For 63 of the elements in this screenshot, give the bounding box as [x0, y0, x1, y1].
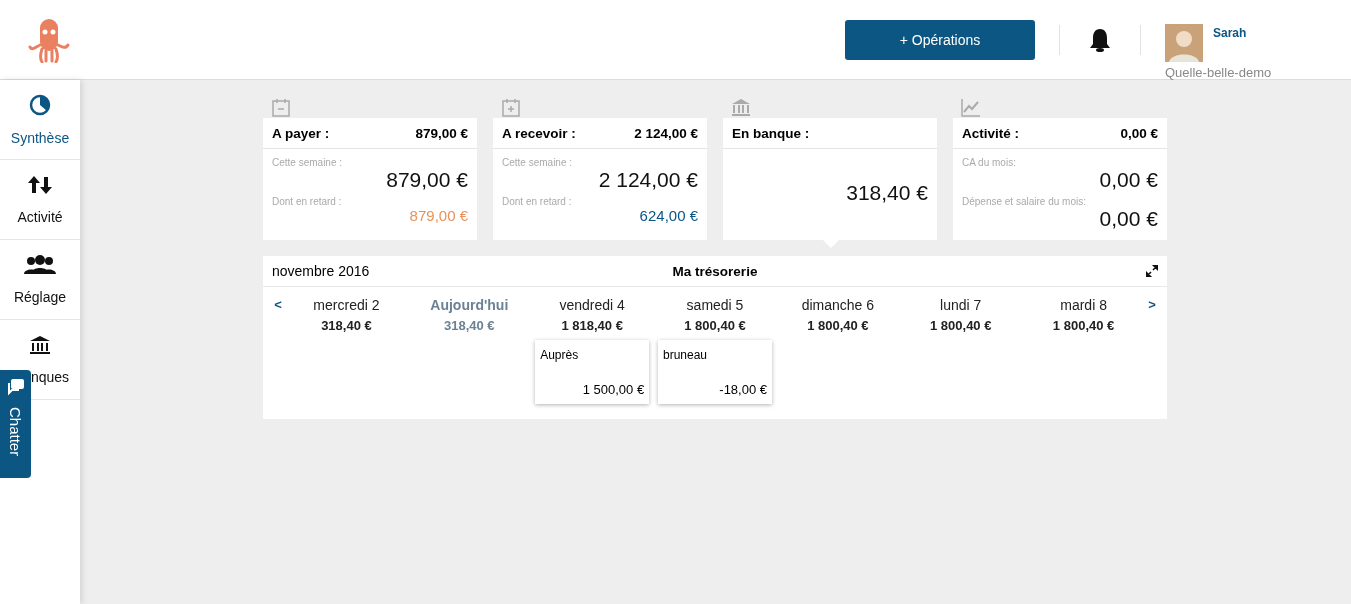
day-balance: 1 800,40 € [684, 318, 746, 333]
card-amount: 0,00 € [1099, 168, 1158, 192]
sidebar-item[interactable]: Synthèse [0, 80, 80, 160]
card-label: Cette semaine : [272, 157, 344, 168]
people-icon [23, 254, 57, 275]
card-amount: 2 124,00 € [598, 168, 698, 192]
month-label: novembre 2016 [272, 263, 371, 279]
day-label[interactable]: mercredi 2 [313, 297, 380, 313]
up-down-arrows-icon [27, 174, 53, 195]
event-name: bruneau [663, 348, 709, 362]
event-amount: 1 500,00 € [582, 382, 645, 397]
user-name[interactable]: Sarah [1213, 25, 1315, 62]
pie-chart-icon [29, 93, 51, 116]
card-title: A recevoir : [502, 125, 576, 141]
card-total: 2 124,00 € [634, 125, 698, 141]
bell-icon[interactable] [1088, 26, 1112, 53]
next-button[interactable]: > [1145, 297, 1159, 312]
card-amount: 879,00 € [386, 168, 468, 192]
bank-icon [731, 97, 751, 117]
day-balance: 318,40 € [444, 318, 495, 333]
card-label: Dont en retard : [272, 196, 343, 207]
card-label: Dépense et salaire du mois: [962, 196, 1087, 207]
card-amount: 0,00 € [1099, 207, 1158, 231]
day-label[interactable]: vendredi 4 [559, 297, 625, 313]
expand-icon[interactable] [1146, 265, 1158, 277]
event-card[interactable]: Auprès 1 500,00 € [535, 340, 650, 404]
event-name: Auprès [540, 348, 580, 362]
card-label: Cette semaine : [502, 157, 574, 168]
sidebar-item[interactable]: Réglage [0, 240, 80, 320]
panel-title: Ma trésorerie [672, 263, 758, 279]
sidebar-item[interactable]: Activité [0, 160, 80, 240]
octopus-logo [28, 16, 70, 63]
day-label[interactable]: samedi 5 [686, 297, 744, 313]
bank-icon [29, 334, 51, 355]
company-name: Quelle-belle-demo [1165, 64, 1273, 80]
card-total: 879,00 € [415, 125, 468, 141]
card-amount: 318,40 € [846, 180, 928, 205]
card-amount: 879,00 € [409, 207, 468, 224]
day-balance: 1 800,40 € [1052, 318, 1115, 333]
event-amount: -18,00 € [719, 382, 767, 397]
card-amount: 624,00 € [639, 207, 698, 224]
day-balance: 1 800,40 € [930, 318, 992, 333]
day-label[interactable]: mardi 8 [1060, 297, 1107, 313]
event-card[interactable]: bruneau -18,00 € [658, 340, 772, 404]
calendar-plus-icon [501, 97, 521, 117]
day-label[interactable]: lundi 7 [940, 297, 982, 313]
card-title: A payer : [272, 125, 330, 141]
previous-button[interactable]: < [271, 297, 285, 312]
calendar-minus-icon [271, 97, 291, 117]
card-total: 0,00 € [1120, 125, 1158, 141]
card-title: Activité : [962, 125, 1019, 141]
day-balance: 1 818,40 € [561, 318, 623, 333]
chat-tab[interactable]: Chatter [0, 370, 31, 478]
day-balance: 318,40 € [321, 318, 372, 333]
operations-button[interactable]: + Opérations [845, 19, 1035, 60]
day-label[interactable]: dimanche 6 [801, 297, 875, 313]
day-label[interactable]: Aujourd'hui [430, 297, 509, 313]
day-balance: 1 800,40 € [807, 318, 869, 333]
card-title: En banque : [732, 125, 810, 141]
card-label: CA du mois: [962, 157, 1017, 168]
card-label: Dont en retard : [502, 196, 573, 207]
chat-icon [5, 377, 26, 397]
line-chart-icon [961, 97, 981, 117]
